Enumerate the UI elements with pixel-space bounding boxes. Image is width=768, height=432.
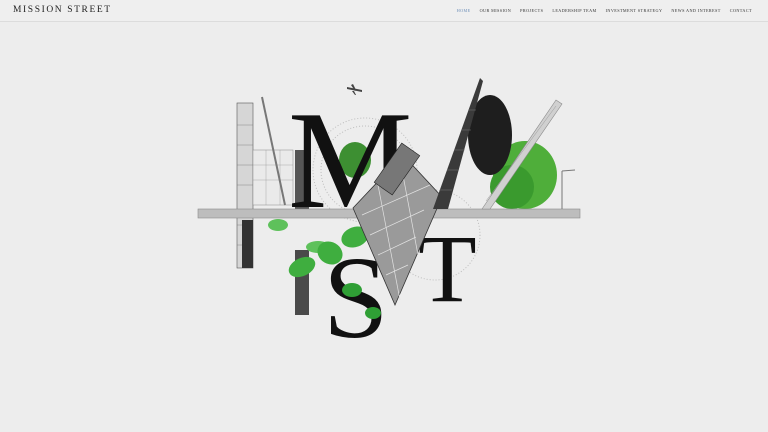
site-logo[interactable]: MISSION STREET [13, 5, 112, 15]
site-header: MISSION STREET HOME OUR MISSION PROJECTS… [0, 0, 768, 22]
nav-item-news-and-interest[interactable]: NEWS AND INTEREST [671, 8, 720, 13]
nav-item-investment-strategy[interactable]: INVESTMENT STRATEGY [606, 8, 663, 13]
street-lamp [561, 169, 576, 209]
nav-item-projects[interactable]: PROJECTS [520, 8, 543, 13]
nav-item-contact[interactable]: CONTACT [730, 8, 752, 13]
main-nav: HOME OUR MISSION PROJECTS LEADERSHIP TEA… [448, 8, 752, 13]
nav-item-leadership-team[interactable]: LEADERSHIP TEAM [552, 8, 596, 13]
hero-collage: M S T [197, 78, 581, 345]
nav-item-our-mission[interactable]: OUR MISSION [480, 8, 512, 13]
nav-item-home[interactable]: HOME [457, 8, 471, 13]
